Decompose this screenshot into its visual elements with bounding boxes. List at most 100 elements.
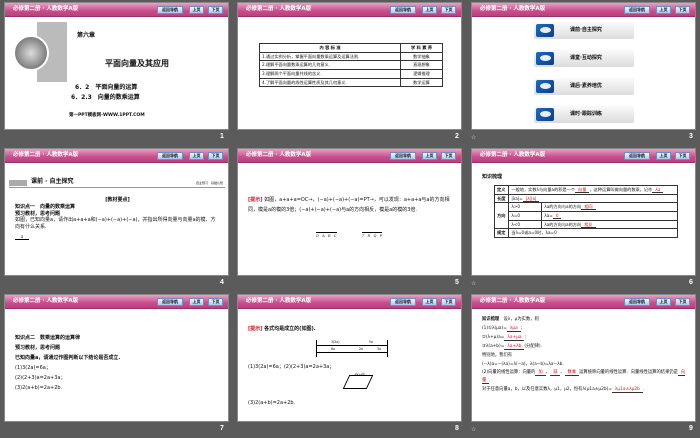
prev-page-button[interactable]: 上页 [656, 6, 671, 14]
nav-label: 课时·跟踪训练 [570, 111, 602, 117]
back-nav-button[interactable]: 返回导航 [624, 152, 650, 160]
nav-item-in-class[interactable]: 课堂·互动探究 [534, 50, 634, 67]
text-line: ③λ(a+b)= λa+λb (分配律). [482, 344, 542, 351]
cell: 直观想象 [400, 60, 443, 70]
prev-page-button[interactable]: 上页 [189, 298, 204, 306]
animation-icon[interactable]: ☆ [471, 280, 476, 287]
slide-thumbnail-9[interactable]: 必修第二册 · 人教数学A版 返回导航 上页 下页 知识梳理 设λ，μ为实数，则 (1… [471, 294, 696, 422]
slide-header: 必修第二册 · 人教数学A版 返回导航 上页 下页 [5, 295, 228, 309]
cell: λ<0 [508, 219, 543, 230]
section-bar: 课前 · 自主探究 自主预习 基础认知 [9, 178, 225, 188]
slide-header: 必修第二册 · 人教数学A版 返回导航 上页 下页 [5, 149, 228, 163]
animation-icon[interactable]: ☆ [471, 134, 476, 141]
back-nav-button[interactable]: 返回导航 [390, 298, 416, 306]
next-page-button[interactable]: 下页 [208, 6, 223, 14]
next-page-button[interactable]: 下页 [675, 298, 690, 306]
next-page-button[interactable]: 下页 [675, 152, 690, 160]
nav-item-training[interactable]: 课时·跟踪训练 [534, 106, 634, 123]
next-page-button[interactable]: 下页 [208, 298, 223, 306]
cell: 1.通过实例分析，掌握平面向量数乘运算及运算法则. [259, 51, 401, 62]
row-header: 规定 [493, 228, 510, 239]
number-line-diagram: 3(2a) 5a 6a 2a 3a [316, 340, 388, 357]
slide-thumbnail-4[interactable]: 必修第二册 · 人教数学A版 返回导航 上页 下页 课前 · 自主探究 自主预习 基础… [4, 148, 229, 276]
section-title: 知识梳理 [482, 174, 503, 180]
nav-label: 课后·素养培优 [570, 83, 602, 89]
nav-icon [536, 108, 554, 121]
hint-text: 如图，a+a+a=OC→，(−a)+(−a)+(−a)=PT→，可以发现：a+a… [248, 197, 450, 213]
nav-icon [536, 80, 554, 93]
next-page-button[interactable]: 下页 [208, 152, 223, 160]
cell: 3.理解两个平面向量共线的含义. [259, 69, 401, 79]
nav-item-after-class[interactable]: 课后·素养培优 [534, 78, 634, 95]
back-nav-button[interactable]: 返回导航 [624, 298, 650, 306]
cell: λa= 0 [541, 211, 678, 221]
slide-number: 2 [455, 133, 459, 140]
cell: 数学运算 [400, 77, 443, 88]
cell: λa的方向与a的方向 相反 [541, 219, 678, 230]
back-nav-button[interactable]: 返回导航 [390, 152, 416, 160]
slide-number: 3 [689, 133, 693, 140]
slide-thumbnail-6[interactable]: 必修第二册 · 人教数学A版 返回导航 上页 下页 知识梳理 定义 一般地，实数λ与向量… [471, 148, 696, 276]
header-title: 必修第二册 · 人教数学A版 [13, 152, 79, 158]
prev-page-button[interactable]: 上页 [656, 152, 671, 160]
slide-header: 必修第二册 · 人教数学A版 返回导航 上页 下页 [472, 3, 695, 17]
prev-page-button[interactable]: 上页 [189, 152, 204, 160]
slide-number: 5 [455, 279, 459, 286]
cell: λa的方向与a的方向 相同 [541, 202, 678, 212]
next-page-button[interactable]: 下页 [441, 298, 456, 306]
slide-number: 8 [455, 425, 459, 432]
slide-thumbnail-3[interactable]: 必修第二册 · 人教数学A版 返回导航 上页 下页 课前·自主探究 课堂·互动探究 课… [471, 2, 696, 130]
row-header: 方向 [493, 202, 510, 230]
text-line: (2)向量的线性运算：向量的加、减、数乘 运算统称向量的线性运算．向量线性运算的结… [482, 370, 686, 385]
question-text: 如图，已知向量a，请作出a+a+a和(−a)+(−a)+(−a)，并指出所得向量… [15, 217, 216, 230]
table-row: 2.理解平面向量数乘运算的几何意义. 直观想象 [259, 60, 443, 70]
equation: (1)3(2a)=6a；(2)(2+3)a=2a+3a； [248, 364, 335, 370]
slide-thumbnail-1[interactable]: 必修第二册 · 人教数学A版 返回导航 上页 下页 第六章 平面向量及其应用 6．2 … [4, 2, 229, 130]
prev-page-button[interactable]: 上页 [422, 298, 437, 306]
cell: |λa|= |λ||a| [508, 193, 678, 204]
next-page-button[interactable]: 下页 [441, 6, 456, 14]
prev-page-button[interactable]: 上页 [656, 298, 671, 306]
equation: (2)(2+3)a=2a+3a； [15, 375, 66, 381]
table-row: λ<0 λa的方向与a的方向 相反 [495, 219, 678, 230]
slide-number: 1 [220, 133, 224, 140]
back-nav-button[interactable]: 返回导航 [624, 6, 650, 14]
nav-icon [536, 24, 554, 37]
text-line: 知识梳理 设λ，μ为实数，则 [482, 317, 539, 322]
back-nav-button[interactable]: 返回导航 [390, 6, 416, 14]
table-row: 3.理解两个平面向量共线的含义. 逻辑推理 [259, 69, 443, 79]
slide-thumbnail-5[interactable]: 必修第二册 · 人教数学A版 返回导航 上页 下页 [提示] 如图，a+a+a=OC→… [237, 148, 462, 276]
next-page-button[interactable]: 下页 [441, 152, 456, 160]
slide-number: 6 [689, 279, 693, 286]
slide-header: 必修第二册 · 人教数学A版 返回导航 上页 下页 [238, 295, 461, 309]
header-title: 必修第二册 · 人教数学A版 [13, 6, 79, 12]
text-line: 特别地，我们有 [482, 353, 513, 359]
prev-page-button[interactable]: 上页 [422, 6, 437, 14]
header-title: 必修第二册 · 人教数学A版 [246, 152, 312, 158]
section-aside: 自主预习 基础认知 [195, 181, 223, 185]
cell: 4.了解平面向量的线性运算性质及其几何意义. [259, 77, 401, 88]
slide-thumbnail-7[interactable]: 必修第二册 · 人教数学A版 返回导航 上页 下页 知识点二 数乘运算的运算律 预习教… [4, 294, 229, 422]
vector-a-figure: a [15, 234, 29, 241]
slide-thumbnail-2[interactable]: 必修第二册 · 人教数学A版 返回导航 上页 下页 内 容 标 准学 科 素 养 1.… [237, 2, 462, 130]
cell: 逻辑推理 [400, 69, 443, 79]
prev-page-button[interactable]: 上页 [189, 6, 204, 14]
text-line: (1)①λ(μa)= λμa; [482, 326, 523, 333]
cell: λ>0 [508, 202, 543, 212]
cover-photo [13, 35, 49, 71]
hint-text: 各式均是成立的(如图). [264, 326, 316, 332]
slide-number: 4 [220, 279, 224, 286]
back-nav-button[interactable]: 返回导航 [157, 152, 183, 160]
next-page-button[interactable]: 下页 [675, 6, 690, 14]
back-nav-button[interactable]: 返回导航 [157, 298, 183, 306]
nav-item-pre-class[interactable]: 课前·自主探究 [534, 22, 634, 39]
back-nav-button[interactable]: 返回导航 [157, 6, 183, 14]
table-row: 长度 |λa|= |λ||a| [493, 193, 678, 204]
animation-icon[interactable]: ☆ [471, 426, 476, 433]
cell: 一般地，实数λ与向量a的积是一个 向量 ，这种运算叫做向量的数乘，记作 λa [508, 185, 678, 195]
slide-thumbnail-8[interactable]: 必修第二册 · 人教数学A版 返回导航 上页 下页 [提示] 各式均是成立的(如图).… [237, 294, 462, 422]
slide-header: 必修第二册 · 人教数学A版 返回导航 上页 下页 [472, 149, 695, 163]
slide-number: 7 [220, 425, 224, 432]
definition-table: 定义 一般地，实数λ与向量a的积是一个 向量 ，这种运算叫做向量的数乘，记作 λa 长度… [493, 185, 678, 239]
prev-page-button[interactable]: 上页 [422, 152, 437, 160]
